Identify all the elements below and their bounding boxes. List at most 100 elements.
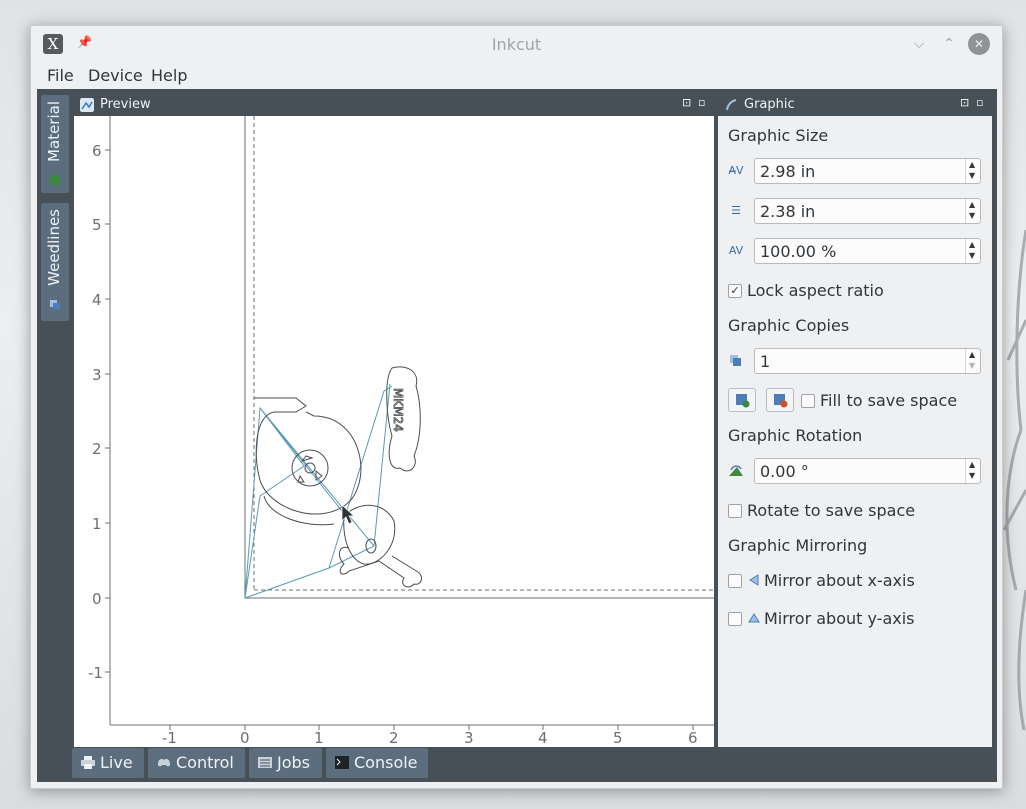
side-tab-weedlines[interactable]: Weedlines [41,203,69,321]
x-tick-label: 0 [240,729,250,747]
material-outline [244,116,714,599]
fill-to-save-label: Fill to save space [820,391,958,410]
add-copy-button[interactable] [728,388,756,412]
preview-dock-header: Preview ⊡ ▫ [74,94,714,116]
x-tick-label: 1 [314,729,324,747]
menu-device[interactable]: Device [88,66,143,85]
scale-icon: AV [728,244,744,257]
y-tick-label: 1 [92,515,102,533]
tab-jobs-label: Jobs [277,753,310,772]
app-window: X 📌 Inkcut ⌵ ⌃ ✕ File Device Help Materi… [30,25,1003,789]
x-tick-label: 6 [688,729,698,747]
rotation-stepper[interactable]: ▲ ▼ [965,459,980,483]
tab-control[interactable]: Control [148,748,245,778]
mirror-y-checkbox[interactable] [728,612,742,626]
height-value: 2.38 in [760,202,816,221]
y-tick-label: 4 [92,291,102,309]
minimize-button[interactable]: ⌵ [908,33,930,55]
y-tick-label: 2 [92,440,102,458]
mirror-x-label: Mirror about x-axis [764,571,915,590]
tab-console-label: Console [354,753,418,772]
graphic-title: Graphic [744,97,795,112]
x-tick-label: 2 [389,729,399,747]
copies-spinbox[interactable]: 1 ▲ ▼ [754,348,981,374]
gamepad-icon [158,759,170,767]
x-tick-label: 3 [464,729,474,747]
tab-live-label: Live [100,753,133,772]
tab-console[interactable]: Console [326,748,428,778]
undock-button[interactable]: ▫ [976,96,983,109]
maximize-button[interactable]: ⌃ [938,33,960,55]
mirror-x-icon [749,574,759,586]
width-spinbox[interactable]: 2.98 in ▲ ▼ [754,158,981,184]
undock-button[interactable]: ▫ [698,96,705,109]
close-button[interactable]: ✕ [968,33,990,55]
rotation-value: 0.00 ° [760,462,809,481]
scale-spinbox[interactable]: 100.00 % ▲ ▼ [754,238,981,264]
rotation-icon [728,464,744,480]
title-bar[interactable]: X 📌 Inkcut ⌵ ⌃ ✕ [31,26,1002,62]
side-tab-material[interactable]: Material [41,95,69,193]
preview-dock: Preview ⊡ ▫ 6 5 4 3 2 1 0 -1 -1 0 1 2 3 … [74,94,714,747]
height-icon: ☰ [731,204,741,217]
rotation-spinbox[interactable]: 0.00 ° ▲ ▼ [754,458,981,484]
float-button[interactable]: ⊡ [682,96,691,109]
x-tick-label: -1 [162,729,177,747]
y-tick-label: 3 [92,366,102,384]
y-tick-label: 6 [92,142,102,160]
x-tick-label: 4 [538,729,548,747]
remove-copy-button[interactable] [766,388,794,412]
tab-live[interactable]: Live [72,748,144,778]
graphic-dock-header: Graphic ⊡ ▫ [718,94,992,116]
height-spinbox[interactable]: 2.38 in ▲ ▼ [754,198,981,224]
graphic-size-title: Graphic Size [728,126,829,145]
scale-stepper[interactable]: ▲ ▼ [965,239,980,263]
preview-plot[interactable]: 6 5 4 3 2 1 0 -1 -1 0 1 2 3 4 5 6 MKM24 [74,116,714,747]
copies-value: 1 [760,352,771,371]
printer-icon [81,756,95,769]
rotate-to-save-checkbox[interactable] [728,504,742,518]
tab-jobs[interactable]: Jobs [249,748,322,778]
menu-file[interactable]: File [47,66,74,85]
menu-help[interactable]: Help [151,66,187,85]
terminal-icon [335,756,349,769]
lock-aspect-label: Lock aspect ratio [747,281,884,300]
dock-area: Material Weedlines Preview ⊡ ▫ 6 5 4 3 2… [37,89,997,782]
mirror-y-label: Mirror about y-axis [764,609,915,628]
weedlines-icon [50,300,60,309]
height-stepper[interactable]: ▲ ▼ [965,199,980,223]
y-tick-label: -1 [88,664,103,682]
y-tick-label: 0 [92,590,102,608]
graphic-text: MKM24 [391,388,405,432]
width-icon: A̶V [728,164,744,177]
side-tab-material-label: Material [45,101,63,162]
tab-control-label: Control [176,753,234,772]
copies-stepper[interactable]: ▲ ▼ [965,349,980,373]
graphic-rotation-title: Graphic Rotation [728,426,863,445]
graphic-panel: Graphic Size A̶V 2.98 in ▲ ▼ ☰ 2.38 in ▲ ▼… [718,116,992,747]
preview-canvas[interactable]: 6 5 4 3 2 1 0 -1 -1 0 1 2 3 4 5 6 MKM24 [74,116,714,747]
graphic-mirroring-title: Graphic Mirroring [728,536,868,555]
side-tab-weedlines-label: Weedlines [45,209,63,286]
window-title: Inkcut [491,35,542,54]
list-icon [258,757,272,768]
float-button[interactable]: ⊡ [960,96,969,109]
graphic-icon [726,99,737,111]
cut-graphic: MKM24 [254,366,422,588]
mirror-x-checkbox[interactable] [728,574,742,588]
mirror-y-icon [748,613,760,623]
material-icon [50,175,60,185]
preview-icon [80,98,94,112]
width-stepper[interactable]: ▲ ▼ [965,159,980,183]
remove-copy-icon [774,394,788,408]
graphic-dock: Graphic ⊡ ▫ Graphic Size A̶V 2.98 in ▲ ▼ … [718,94,992,747]
x-tick-label: 5 [613,729,623,747]
menu-bar: File Device Help [31,62,1002,88]
copies-icon [728,354,744,370]
preview-title: Preview [100,97,151,112]
lock-aspect-checkbox[interactable]: ✓ [728,284,742,298]
add-copy-icon [736,394,750,408]
fill-to-save-checkbox[interactable] [801,394,815,408]
y-tick-label: 5 [92,216,102,234]
scale-value: 100.00 % [760,242,837,261]
